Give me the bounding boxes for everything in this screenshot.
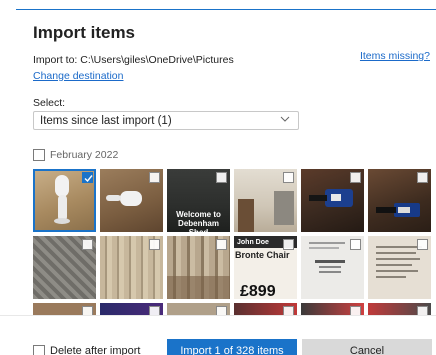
photo-tile[interactable] [100,236,163,299]
tile-checkbox[interactable] [350,306,361,315]
photo-tile[interactable] [234,303,297,315]
import-button[interactable]: Import 1 of 328 items [167,339,297,355]
tile-checkbox[interactable] [350,172,361,183]
checkmark-icon [84,175,93,183]
photo-tile[interactable] [368,303,431,315]
photo-tile[interactable] [100,303,163,315]
sign-text: Welcome to Debenham Shed [176,210,221,232]
photo-tile[interactable] [167,236,230,299]
select-dropdown[interactable]: Items since last import (1) [33,111,299,130]
photo-tile[interactable] [301,303,364,315]
delete-after-import-label: Delete after import [50,345,141,355]
price-tag-price: £899 [240,283,276,300]
price-tag-product: Bronte Chair [235,250,290,260]
items-missing-link[interactable]: Items missing? [360,50,430,62]
price-tag-brand: John Doe [237,239,269,246]
tile-checkbox[interactable] [417,239,428,250]
group-label: February 2022 [50,149,119,161]
photo-tile[interactable] [368,236,431,299]
photo-grid: Welcome to Debenham Shed [33,169,436,315]
delete-after-import-checkbox[interactable] [33,345,45,355]
photo-tile[interactable] [167,303,230,315]
tile-checkbox[interactable] [417,172,428,183]
tile-checkbox[interactable] [82,239,93,250]
photo-tile[interactable] [234,169,297,232]
change-destination-link[interactable]: Change destination [33,70,124,82]
dialog-footer: Delete after import Import 1 of 328 item… [0,315,436,355]
select-value: Items since last import (1) [40,115,172,127]
photo-tile[interactable] [368,169,431,232]
tile-checkbox[interactable] [216,239,227,250]
tile-checkbox[interactable] [82,306,93,315]
photo-tile[interactable] [33,169,96,232]
photo-tile[interactable]: John Doe Bronte Chair £899 [234,236,297,299]
import-destination-text: Import to: C:\Users\giles\OneDrive\Pictu… [33,54,234,66]
tile-checkbox[interactable] [82,172,93,183]
group-checkbox[interactable] [33,149,45,161]
tile-checkbox[interactable] [283,306,294,315]
tile-checkbox[interactable] [149,239,160,250]
tile-checkbox[interactable] [216,306,227,315]
photo-tile[interactable] [33,303,96,315]
dialog-top-border [16,9,436,10]
tile-checkbox[interactable] [417,306,428,315]
photo-tile[interactable] [301,169,364,232]
tile-checkbox[interactable] [149,172,160,183]
chevron-down-icon [280,116,290,122]
select-label: Select: [33,97,66,109]
photo-tile[interactable]: Welcome to Debenham Shed [167,169,230,232]
cancel-button[interactable]: Cancel [302,339,432,355]
tile-checkbox[interactable] [283,172,294,183]
dialog-title: Import items [33,23,136,42]
tile-checkbox[interactable] [216,172,227,183]
tile-checkbox[interactable] [149,306,160,315]
tile-checkbox[interactable] [283,239,294,250]
photo-tile[interactable] [301,236,364,299]
photo-tile[interactable] [100,169,163,232]
tile-checkbox[interactable] [350,239,361,250]
photo-tile[interactable] [33,236,96,299]
